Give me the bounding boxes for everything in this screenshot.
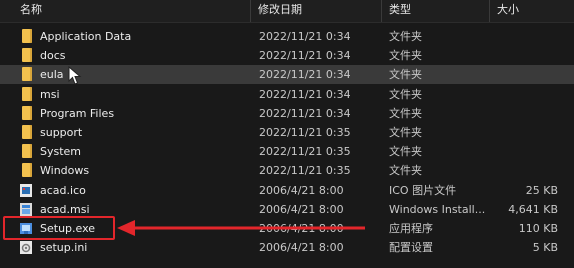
file-name: setup.ini	[40, 241, 88, 255]
file-type: 文件夹	[389, 106, 422, 120]
ini-file-icon	[19, 240, 33, 255]
file-type: 文件夹	[389, 30, 422, 43]
msi-file-icon	[19, 202, 33, 217]
file-size	[500, 161, 558, 180]
file-size	[500, 104, 558, 123]
folder-row[interactable]: eula 2022/11/21 0:34 文件夹	[0, 65, 574, 85]
annotation-arrow-icon	[117, 220, 365, 236]
file-date: 2022/11/21 0:35	[259, 164, 351, 178]
folder-row[interactable]: Application Data 2022/11/21 0:34 文件夹	[0, 27, 574, 46]
annotation-highlight-box	[3, 216, 115, 240]
file-size: 5 KB	[532, 241, 558, 255]
folder-icon	[22, 125, 32, 139]
file-type: ICO 图片文件	[389, 183, 457, 197]
column-divider[interactable]	[489, 0, 490, 22]
file-type: 文件夹	[389, 164, 422, 178]
file-size: 110 KB	[518, 222, 558, 235]
file-size	[500, 27, 558, 46]
file-size	[500, 123, 558, 142]
folder-row[interactable]: System 2022/11/21 0:35 文件夹	[0, 142, 574, 161]
file-date: 2022/11/21 0:34	[259, 87, 351, 101]
file-type: 配置设置	[389, 241, 433, 255]
file-name: support	[40, 126, 83, 139]
file-name: msi	[40, 87, 60, 101]
file-size	[500, 46, 558, 65]
file-size	[500, 65, 558, 84]
column-header-date[interactable]: 修改日期	[252, 0, 380, 22]
folder-icon	[22, 67, 32, 82]
file-row[interactable]: setup.ini 2006/4/21 8:00 配置设置 5 KB	[0, 238, 574, 257]
file-name: Program Files	[40, 106, 115, 120]
file-date: 2022/11/21 0:35	[259, 126, 351, 139]
file-date: 2006/4/21 8:00	[259, 183, 344, 197]
file-name: Windows	[40, 164, 90, 178]
file-name: System	[40, 145, 82, 159]
folder-row[interactable]: Program Files 2022/11/21 0:34 文件夹	[0, 104, 574, 123]
file-name: docs	[40, 49, 66, 63]
column-header-name[interactable]: 名称	[14, 0, 244, 22]
column-header-bar: 名称 修改日期 类型 大小	[0, 0, 574, 23]
file-name: Application Data	[40, 30, 132, 43]
file-date: 2022/11/21 0:34	[259, 30, 351, 43]
mouse-cursor-icon	[68, 66, 82, 85]
file-date: 2022/11/21 0:34	[259, 68, 351, 82]
file-type: 文件夹	[389, 87, 422, 101]
file-date: 2006/4/21 8:00	[259, 202, 344, 216]
file-type: 文件夹	[389, 145, 422, 159]
file-size: 4,641 KB	[508, 202, 558, 216]
file-type: 应用程序	[389, 222, 433, 235]
file-date: 2022/11/21 0:34	[259, 106, 351, 120]
file-date: 2022/11/21 0:35	[259, 145, 351, 159]
folder-icon	[22, 163, 32, 178]
folder-icon	[22, 48, 32, 63]
folder-icon	[22, 29, 32, 43]
folder-row[interactable]: support 2022/11/21 0:35 文件夹	[0, 123, 574, 142]
file-row[interactable]: acad.ico 2006/4/21 8:00 ICO 图片文件 25 KB	[0, 181, 574, 200]
folder-icon	[22, 105, 32, 120]
file-name: acad.ico	[40, 183, 86, 197]
folder-icon	[22, 86, 32, 101]
file-date: 2022/11/21 0:34	[259, 49, 351, 63]
folder-icon	[22, 144, 32, 159]
column-header-size[interactable]: 大小	[491, 0, 571, 22]
file-size	[500, 85, 558, 104]
file-type: 文件夹	[389, 49, 422, 63]
folder-row[interactable]: Windows 2022/11/21 0:35 文件夹	[0, 161, 574, 180]
file-size: 25 KB	[525, 183, 558, 197]
file-type: 文件夹	[389, 126, 422, 139]
column-divider[interactable]	[250, 0, 251, 22]
ico-file-icon	[19, 183, 33, 198]
column-header-type[interactable]: 类型	[383, 0, 488, 22]
column-divider[interactable]	[381, 0, 382, 22]
folder-row[interactable]: msi 2022/11/21 0:34 文件夹	[0, 85, 574, 104]
folder-row[interactable]: docs 2022/11/21 0:34 文件夹	[0, 46, 574, 65]
file-type: 文件夹	[389, 68, 422, 82]
file-type: Windows Install...	[389, 202, 486, 216]
file-date: 2006/4/21 8:00	[259, 241, 344, 255]
file-size	[500, 142, 558, 161]
